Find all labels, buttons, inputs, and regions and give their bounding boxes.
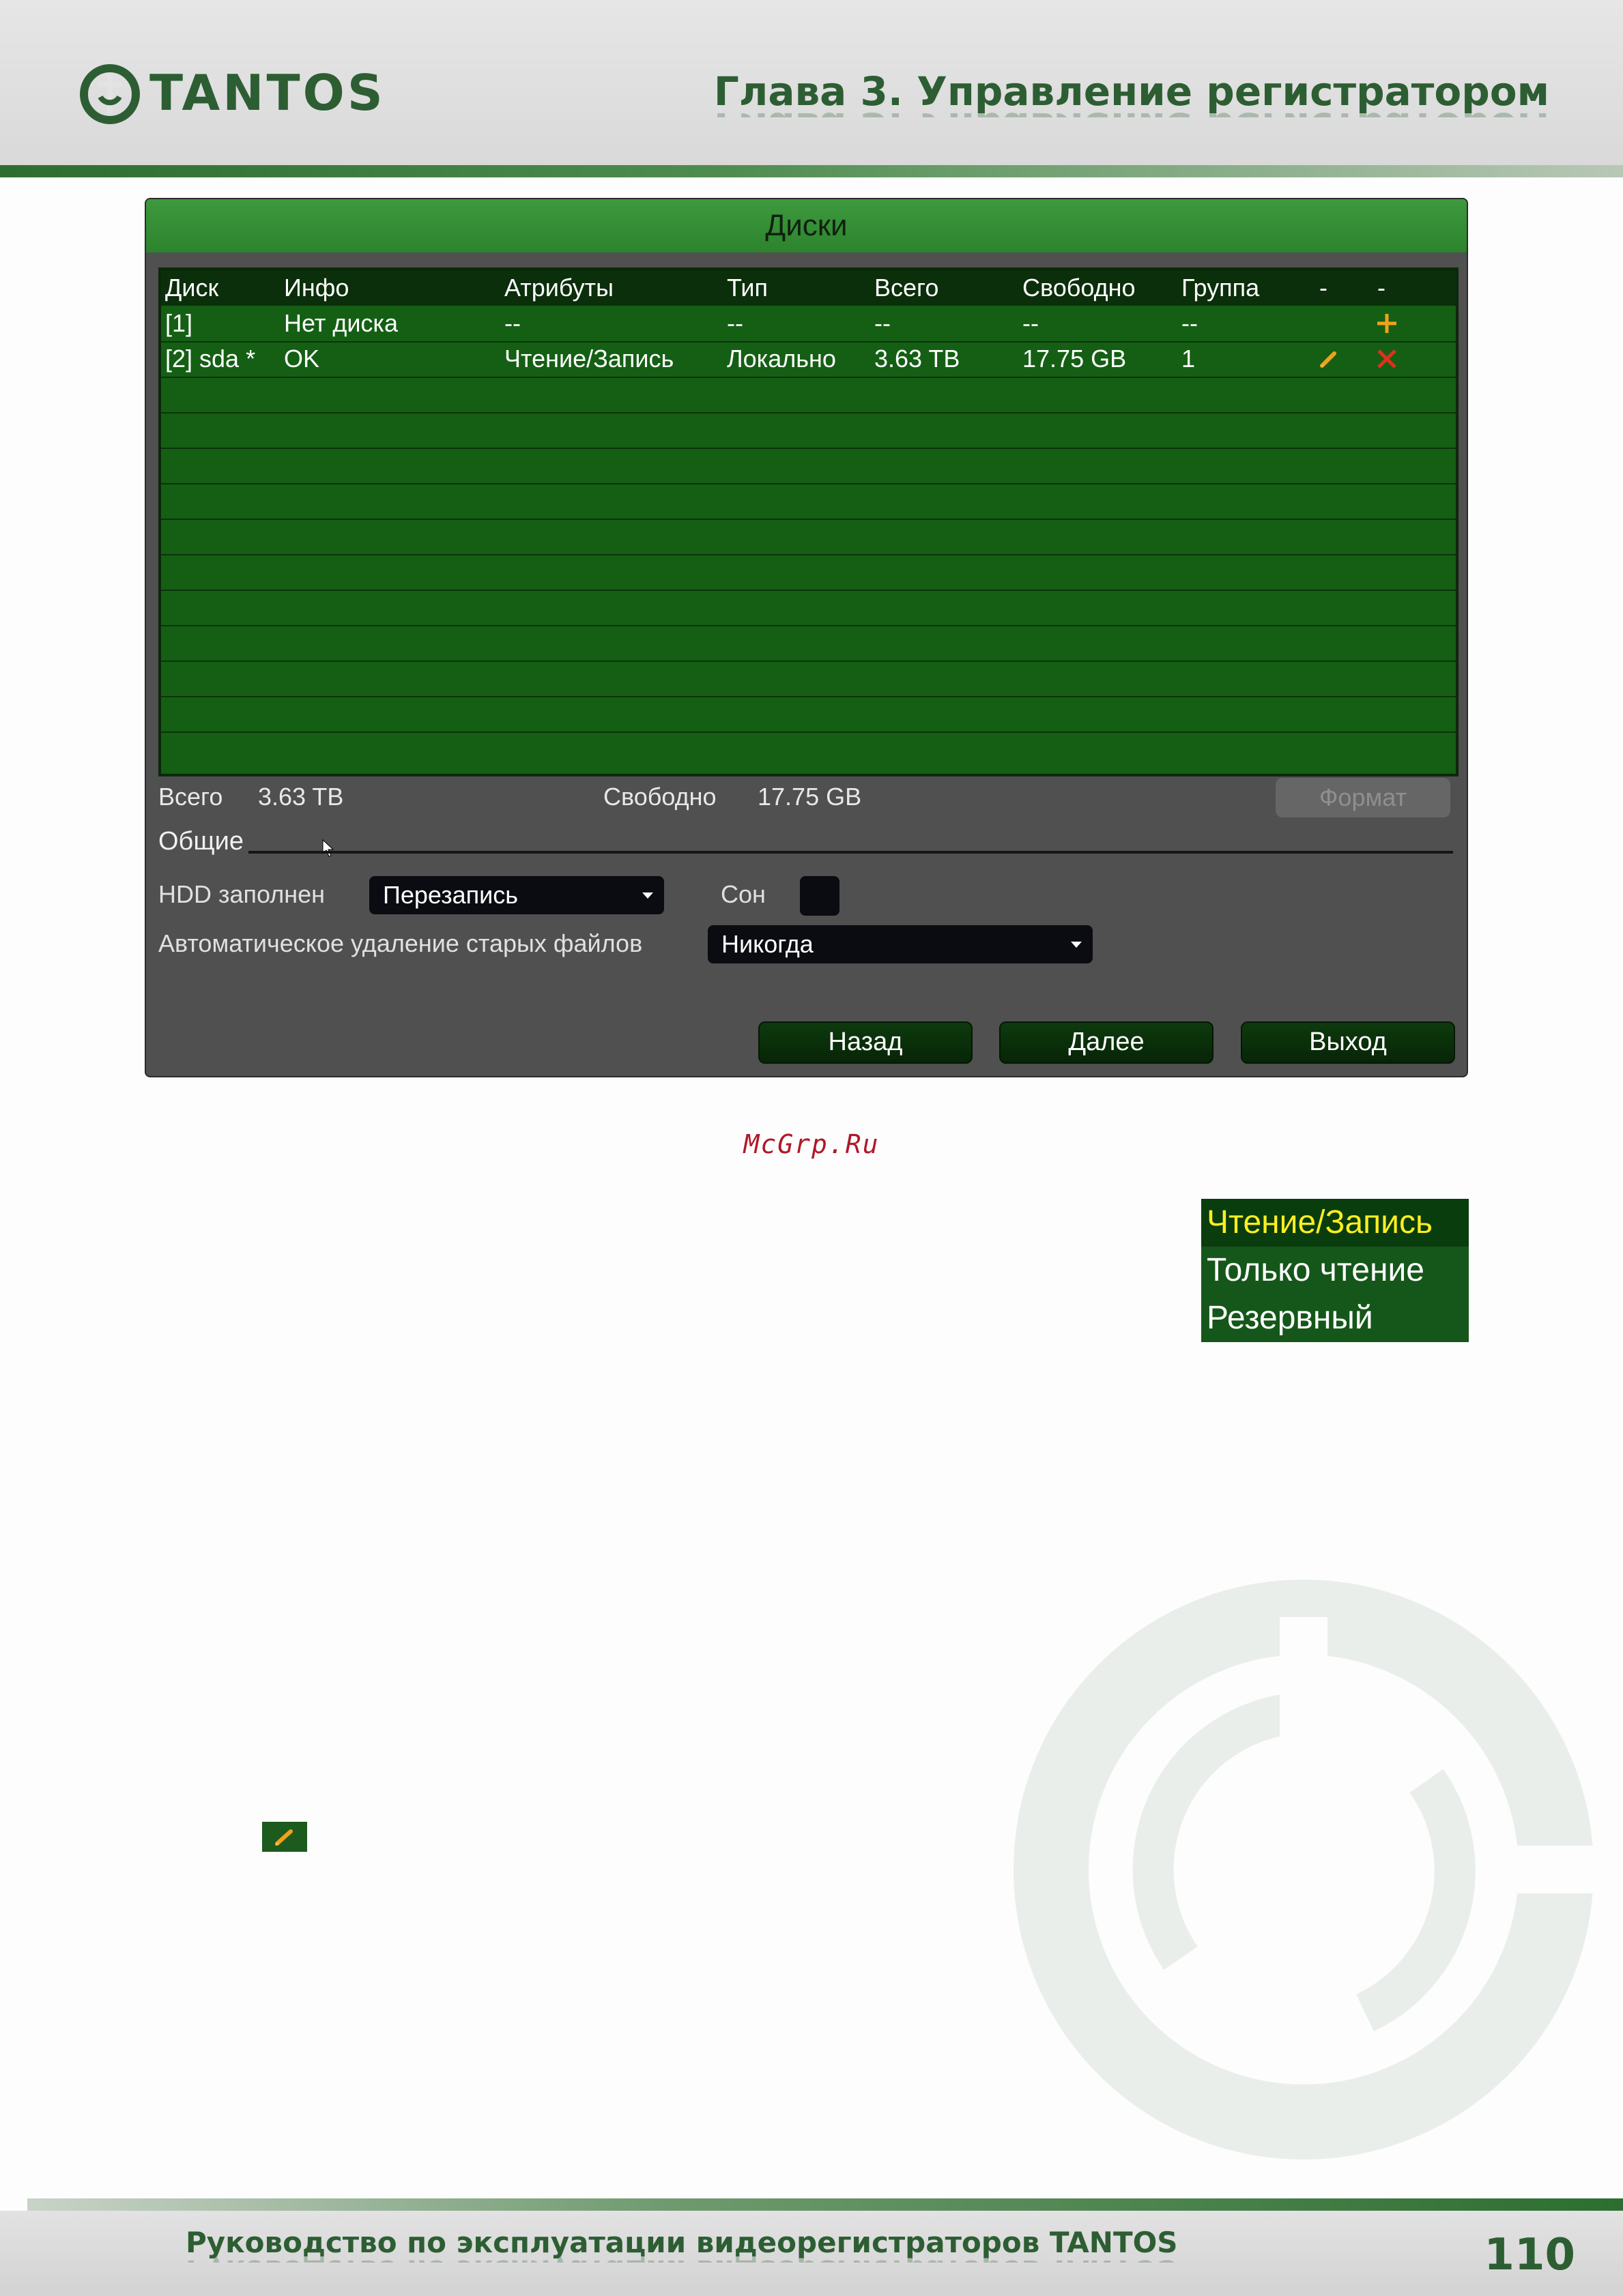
auto-delete-select[interactable]: Никогда [708,925,1093,963]
col-type: Тип [727,274,769,302]
mouse-cursor-icon [322,839,334,857]
attributes-cell[interactable]: Чтение/Запись [504,341,674,377]
group-cell: 1 [1181,345,1196,373]
col-free: Свободно [1022,274,1136,302]
table-row-empty [161,554,1456,591]
back-button[interactable]: Назад [758,1021,973,1064]
hdd-full-value: Перезапись [383,881,519,909]
summary-total-label: Всего [158,783,223,811]
table-row-empty [161,483,1456,520]
table-row-empty [161,377,1456,413]
section-divider [248,851,1453,854]
next-button[interactable]: Далее [999,1021,1213,1064]
attribute-dropdown-menu: Чтение/Запись Только чтение Резервный [1201,1199,1469,1342]
auto-delete-label: Автоматическое удаление старых файлов [158,929,643,957]
type-cell: Локально [727,345,836,373]
chevron-down-icon [642,892,653,899]
delete-icon[interactable] [1375,347,1399,371]
col-edit: - [1319,274,1327,302]
auto-delete-value: Никогда [721,930,814,958]
info-cell: Нет диска [284,309,398,337]
format-button[interactable]: Формат [1276,778,1450,817]
free-cell: -- [1022,309,1039,337]
attribute-option-read-only[interactable]: Только чтение [1201,1247,1469,1294]
summary-free-value: 17.75 GB [758,783,862,811]
group-cell: -- [1181,309,1198,337]
attributes-cell: -- [504,309,521,337]
general-section-label: Общие [158,827,244,856]
table-row-empty [161,448,1456,484]
sleep-checkbox[interactable] [800,876,839,916]
table-header: Диск Инфо Атрибуты Тип Всего Свободно Гр… [161,270,1456,306]
table-row-empty [161,731,1456,767]
header-divider [0,165,1623,177]
table-row[interactable]: [2] sda * OK Чтение/Запись Локально 3.63… [161,341,1456,378]
disk-table: Диск Инфо Атрибуты Тип Всего Свободно Гр… [158,267,1459,776]
table-row[interactable]: [1] Нет диска -- -- -- -- -- [161,306,1456,343]
edit-icon[interactable] [1317,347,1341,371]
table-row-empty [161,519,1456,555]
dialog-title: Диски [146,199,1467,252]
table-row-empty [161,696,1456,733]
disk-cell: [2] sda * [165,345,256,373]
table-row-empty [161,625,1456,662]
background-logo-watermark [1014,1580,1597,2160]
hdd-full-label: HDD заполнен [158,880,326,908]
hdd-full-select[interactable]: Перезапись [369,876,664,914]
col-group: Группа [1181,274,1260,302]
logo-text: TANTOS [149,64,386,121]
page-number: 110 [1484,2230,1575,2280]
col-disk: Диск [165,274,219,302]
total-cell: -- [874,309,891,337]
disk-manager-dialog: Диски Диск Инфо Атрибуты Тип Всего Свобо… [145,198,1468,1077]
footer-text-reflection: Руководство по эксплуатации видеорегистр… [186,2239,1178,2263]
footer-divider [27,2198,1623,2211]
chapter-title-reflection: Глава 3. Управление регистратором [714,86,1549,117]
col-info: Инфо [284,274,349,302]
tantos-logo-icon [80,64,140,124]
type-cell: -- [727,309,743,337]
sleep-label: Сон [721,880,766,908]
col-attributes: Атрибуты [504,274,614,302]
disk-cell: [1] [165,309,193,337]
total-cell: 3.63 TB [874,345,960,373]
site-watermark: McGrp.Ru [743,1129,880,1159]
edit-icon-sample [262,1822,307,1852]
summary-total-value: 3.63 TB [258,783,344,811]
col-delete: - [1377,274,1385,302]
free-cell: 17.75 GB [1022,345,1127,373]
col-total: Всего [874,274,939,302]
pencil-icon [275,1829,293,1846]
table-row-empty [161,412,1456,449]
attribute-option-read-write[interactable]: Чтение/Запись [1201,1199,1469,1247]
table-row-empty [161,590,1456,626]
exit-button[interactable]: Выход [1241,1021,1455,1064]
info-cell: OK [284,345,320,373]
chevron-down-icon [1071,942,1082,948]
summary-free-label: Свободно [603,783,717,811]
attribute-option-backup[interactable]: Резервный [1201,1294,1469,1342]
table-row-empty [161,660,1456,697]
add-icon[interactable] [1375,311,1399,336]
